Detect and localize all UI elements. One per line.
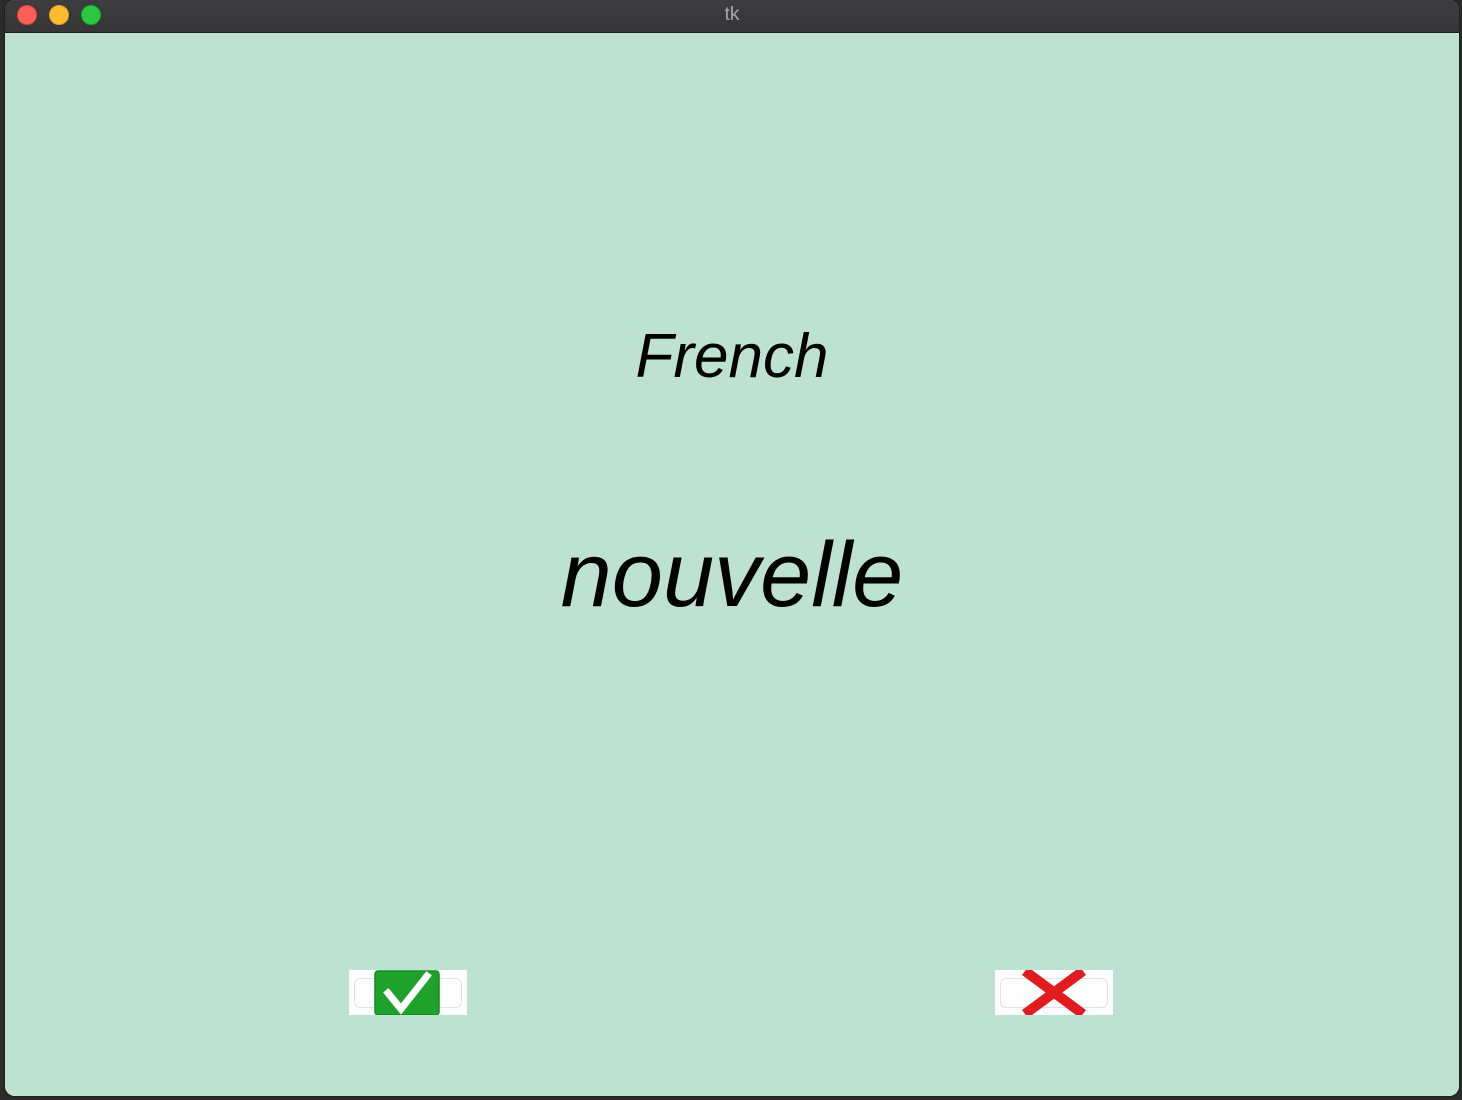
window-title: tk: [724, 4, 740, 25]
unknown-button[interactable]: [995, 970, 1113, 1015]
flashcard-canvas: French nouvelle: [5, 33, 1459, 1096]
cross-mark-icon: [1022, 970, 1086, 1015]
title-bar[interactable]: tk: [5, 0, 1459, 33]
card-language-title: French: [635, 322, 829, 391]
check-mark-icon: [374, 970, 440, 1015]
card-word: nouvelle: [560, 524, 904, 626]
known-button[interactable]: [349, 970, 467, 1015]
app-window: tk French nouvelle: [5, 0, 1459, 1096]
